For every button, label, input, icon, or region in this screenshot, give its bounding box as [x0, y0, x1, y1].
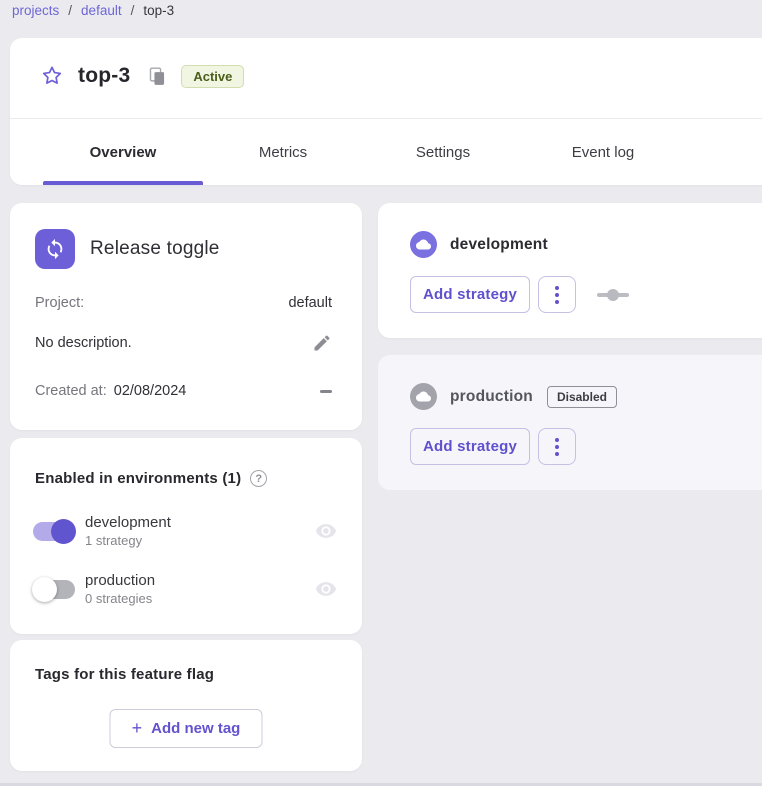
- header-card: top-3 Active Overview Metrics Settings E…: [10, 38, 762, 185]
- active-tab-indicator: [43, 181, 203, 185]
- cloud-icon: [410, 383, 437, 410]
- disabled-badge: Disabled: [547, 386, 617, 408]
- favorite-star-icon[interactable]: [40, 64, 64, 88]
- tab-event-log[interactable]: Event log: [523, 119, 683, 185]
- environment-row-development: development 1 strategy: [32, 514, 337, 548]
- created-at-label: Created at:: [35, 383, 107, 399]
- breadcrumb-separator: /: [68, 3, 72, 18]
- flag-type-label: Release toggle: [90, 238, 220, 260]
- help-icon[interactable]: ?: [250, 470, 267, 487]
- environment-name: development: [85, 514, 315, 531]
- tab-metrics[interactable]: Metrics: [203, 119, 363, 185]
- add-new-tag-button[interactable]: + Add new tag: [110, 709, 263, 748]
- breadcrumb-current: top-3: [143, 3, 174, 18]
- breadcrumb-default[interactable]: default: [81, 3, 122, 18]
- strategy-connector-icon: [597, 289, 629, 301]
- project-label: Project:: [35, 295, 84, 311]
- more-options-kebab-icon[interactable]: [538, 276, 576, 313]
- development-toggle[interactable]: [32, 519, 76, 544]
- flag-details-card: Release toggle Project: default No descr…: [10, 203, 362, 430]
- minus-icon: [320, 390, 332, 393]
- plus-icon: +: [132, 718, 143, 739]
- environment-name: production: [85, 572, 315, 589]
- add-new-tag-label: Add new tag: [151, 720, 240, 737]
- more-options-kebab-icon[interactable]: [538, 428, 576, 465]
- project-value: default: [288, 295, 332, 311]
- environment-strategy-count: 0 strategies: [85, 591, 315, 606]
- tab-overview[interactable]: Overview: [43, 119, 203, 185]
- edit-description-icon[interactable]: [312, 333, 332, 353]
- development-environment-panel: development Add strategy: [378, 203, 762, 338]
- visibility-eye-icon[interactable]: [315, 520, 337, 542]
- tab-bar: Overview Metrics Settings Event log: [43, 119, 683, 185]
- created-at-value: 02/08/2024: [114, 383, 187, 399]
- page-title: top-3: [78, 64, 130, 88]
- breadcrumb-projects[interactable]: projects: [12, 3, 59, 18]
- environment-strategy-count: 1 strategy: [85, 533, 315, 548]
- copy-icon[interactable]: [147, 66, 168, 87]
- visibility-eye-icon[interactable]: [315, 578, 337, 600]
- panel-environment-name: production: [450, 388, 533, 406]
- tab-settings[interactable]: Settings: [363, 119, 523, 185]
- add-strategy-button[interactable]: Add strategy: [410, 276, 530, 313]
- add-strategy-button[interactable]: Add strategy: [410, 428, 530, 465]
- production-environment-panel: production Disabled Add strategy: [378, 355, 762, 490]
- description-text: No description.: [35, 335, 132, 351]
- breadcrumb-separator: /: [131, 3, 135, 18]
- production-toggle[interactable]: [32, 577, 76, 602]
- title-row: top-3 Active: [10, 38, 762, 118]
- tags-card: Tags for this feature flag + Add new tag: [10, 640, 362, 771]
- feature-flag-page: projects / default / top-3 top-3 Active …: [0, 0, 762, 786]
- breadcrumb: projects / default / top-3: [12, 3, 174, 18]
- cloud-icon: [410, 231, 437, 258]
- environment-row-production: production 0 strategies: [32, 572, 337, 606]
- panel-environment-name: development: [450, 236, 548, 254]
- status-badge: Active: [181, 65, 244, 88]
- release-toggle-icon: [35, 229, 75, 269]
- environments-card-title: Enabled in environments (1): [35, 470, 241, 487]
- tags-card-title: Tags for this feature flag: [35, 666, 214, 683]
- environments-card: Enabled in environments (1) ? developmen…: [10, 438, 362, 634]
